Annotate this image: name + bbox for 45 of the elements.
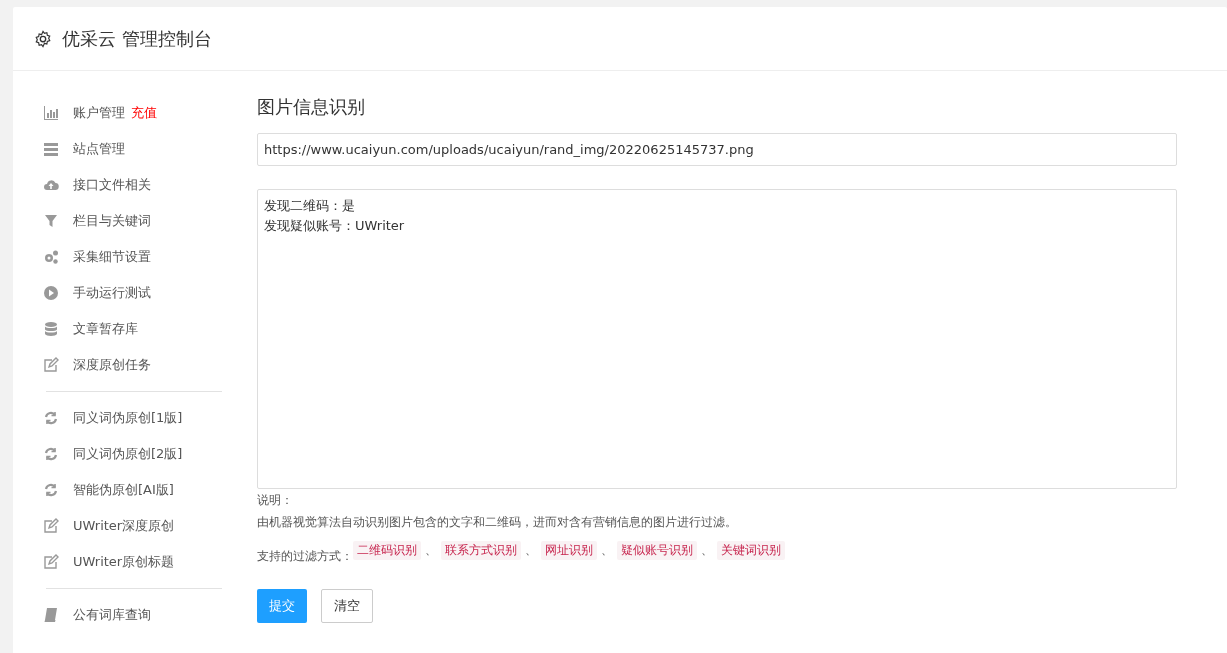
filter-tag: 疑似账号识别 [617, 540, 697, 560]
sidebar-item[interactable]: 智能伪原创[AI版] [43, 472, 223, 508]
sidebar-item[interactable]: 站点管理 [43, 131, 223, 167]
edit-icon [43, 518, 59, 534]
edit-icon [43, 554, 59, 570]
filter-tag: 联系方式识别 [441, 540, 521, 560]
separator-mark: 、 [425, 541, 437, 559]
sidebar-item[interactable]: 同义词伪原创[1版] [43, 400, 223, 436]
filters-label: 支持的过滤方式： [257, 548, 353, 565]
filter-tag: 二维码识别 [353, 540, 421, 560]
filter-tag: 关键词识别 [717, 540, 785, 560]
clear-button[interactable]: 清空 [321, 589, 373, 623]
play-icon [43, 285, 59, 301]
description-text: 由机器视觉算法自动识别图片包含的文字和二维码，进而对含有营销信息的图片进行过滤。 [257, 514, 738, 531]
refresh-icon [43, 446, 59, 462]
sidebar-item[interactable]: 同义词伪原创[2版] [43, 436, 223, 472]
separator-mark: 、 [701, 541, 713, 559]
edit-icon [43, 357, 59, 373]
sidebar-item[interactable]: UWriter深度原创 [43, 508, 223, 544]
url-input-field[interactable]: https://www.ucaiyun.com/uploads/ucaiyun/rand_img/20220625145737.png [257, 133, 1177, 166]
cloud-icon [43, 177, 59, 193]
refresh-icon [43, 410, 59, 426]
sidebar-item[interactable]: 栏目与关键词 [43, 203, 223, 239]
filter-tag: 网址识别 [541, 540, 597, 560]
sidebar-item[interactable]: 深度原创任务 [43, 347, 223, 383]
sidebar-item[interactable]: 文章暂存库 [43, 311, 223, 347]
sidebar-item[interactable]: 公有词库查询 [43, 597, 223, 633]
settings-icon [34, 29, 52, 48]
sidebar-item[interactable]: 采集细节设置 [43, 239, 223, 275]
recharge-link[interactable]: 充值 [131, 104, 157, 122]
separator-mark: 、 [525, 541, 537, 559]
result-text-area[interactable]: 发现二维码：是 发现疑似账号：UWriter [257, 189, 1177, 489]
database-icon [43, 321, 59, 337]
notes-heading: 说明： [257, 492, 294, 509]
sidebar-item[interactable]: 手动运行测试 [43, 275, 223, 311]
chart-icon [43, 105, 59, 121]
refresh-icon [43, 482, 59, 498]
sidebar-item[interactable]: 接口文件相关 [43, 167, 223, 203]
section-title: 图片信息识别 [257, 95, 366, 119]
console-title: 优采云 管理控制台 [62, 26, 212, 51]
separator-mark: 、 [601, 541, 613, 559]
filter-icon [43, 213, 59, 229]
sidebar-item[interactable]: UWriter原创标题 [43, 544, 223, 580]
sidebar-item[interactable]: 账户管理 充值 [43, 95, 223, 131]
server-icon [43, 141, 59, 157]
